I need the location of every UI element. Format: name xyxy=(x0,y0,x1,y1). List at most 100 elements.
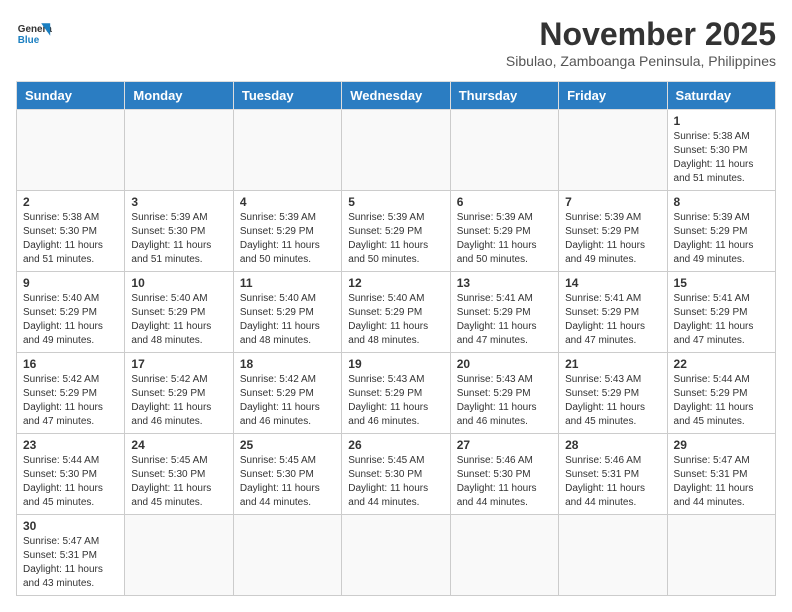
day-number: 19 xyxy=(348,357,443,371)
day-cell: 10Sunrise: 5:40 AM Sunset: 5:29 PM Dayli… xyxy=(125,272,233,353)
week-row-3: 9 Sunrise: 5:40 AM Sunset: 5:29 PM Daylig… xyxy=(17,272,776,353)
week-row-2: 2 Sunrise: 5:38 AM Sunset: 5:30 PM Daylig… xyxy=(17,191,776,272)
day-info: Sunrise: 5:45 AM Sunset: 5:30 PM Dayligh… xyxy=(240,454,335,510)
day-info: Sunrise: 5:38 AM Sunset: 5:30 PM Dayligh… xyxy=(23,211,118,267)
day-number: 20 xyxy=(457,357,552,371)
day-cell: 4Sunrise: 5:39 AM Sunset: 5:29 PM Daylig… xyxy=(233,191,341,272)
day-info: Sunrise: 5:44 AM Sunset: 5:29 PM Dayligh… xyxy=(674,373,769,429)
day-cell xyxy=(559,110,667,191)
day-info: Sunrise: 5:45 AM Sunset: 5:30 PM Dayligh… xyxy=(348,454,443,510)
day-cell: 26 Sunrise: 5:45 AM Sunset: 5:30 PM Dayli… xyxy=(342,434,450,515)
day-cell: 5 Sunrise: 5:39 AM Sunset: 5:29 PM Daylig… xyxy=(342,191,450,272)
day-info: Sunrise: 5:44 AM Sunset: 5:30 PM Dayligh… xyxy=(23,454,118,510)
day-cell: 30 Sunrise: 5:47 AM Sunset: 5:31 PM Dayli… xyxy=(17,515,125,596)
col-header-tuesday: Tuesday xyxy=(233,82,341,110)
day-cell: 27 Sunrise: 5:46 AM Sunset: 5:30 PM Dayli… xyxy=(450,434,558,515)
day-cell: 12Sunrise: 5:40 AM Sunset: 5:29 PM Dayli… xyxy=(342,272,450,353)
day-number: 24 xyxy=(131,438,226,452)
day-number: 8 xyxy=(674,195,769,209)
day-info: Sunrise: 5:39 AM Sunset: 5:29 PM Dayligh… xyxy=(457,211,552,267)
day-number: 3 xyxy=(131,195,226,209)
day-number: 28 xyxy=(565,438,660,452)
day-number: 16 xyxy=(23,357,118,371)
day-number: 15 xyxy=(674,276,769,290)
day-number: 13 xyxy=(457,276,552,290)
day-info: Sunrise: 5:43 AM Sunset: 5:29 PM Dayligh… xyxy=(457,373,552,429)
title-section: November 2025 Sibulao, Zamboanga Peninsu… xyxy=(506,16,776,69)
day-number: 9 xyxy=(23,276,118,290)
day-info: Sunrise: 5:38 AM Sunset: 5:30 PM Dayligh… xyxy=(674,130,769,186)
day-cell: 29Sunrise: 5:47 AM Sunset: 5:31 PM Dayli… xyxy=(667,434,775,515)
day-cell xyxy=(450,110,558,191)
day-cell: 9 Sunrise: 5:40 AM Sunset: 5:29 PM Daylig… xyxy=(17,272,125,353)
svg-text:Blue: Blue xyxy=(18,35,40,46)
logo: General Blue xyxy=(16,16,52,52)
day-number: 14 xyxy=(565,276,660,290)
col-header-friday: Friday xyxy=(559,82,667,110)
day-info: Sunrise: 5:42 AM Sunset: 5:29 PM Dayligh… xyxy=(240,373,335,429)
day-info: Sunrise: 5:45 AM Sunset: 5:30 PM Dayligh… xyxy=(131,454,226,510)
day-cell: 20 Sunrise: 5:43 AM Sunset: 5:29 PM Dayli… xyxy=(450,353,558,434)
week-row-6: 30 Sunrise: 5:47 AM Sunset: 5:31 PM Dayli… xyxy=(17,515,776,596)
day-number: 25 xyxy=(240,438,335,452)
day-info: Sunrise: 5:40 AM Sunset: 5:29 PM Dayligh… xyxy=(131,292,226,348)
day-number: 2 xyxy=(23,195,118,209)
day-cell xyxy=(450,515,558,596)
day-cell: 2 Sunrise: 5:38 AM Sunset: 5:30 PM Daylig… xyxy=(17,191,125,272)
day-cell xyxy=(667,515,775,596)
day-cell xyxy=(125,110,233,191)
day-cell xyxy=(342,110,450,191)
day-info: Sunrise: 5:39 AM Sunset: 5:29 PM Dayligh… xyxy=(565,211,660,267)
week-row-4: 16 Sunrise: 5:42 AM Sunset: 5:29 PM Dayli… xyxy=(17,353,776,434)
day-number: 21 xyxy=(565,357,660,371)
day-number: 30 xyxy=(23,519,118,533)
day-info: Sunrise: 5:47 AM Sunset: 5:31 PM Dayligh… xyxy=(23,535,118,591)
day-info: Sunrise: 5:39 AM Sunset: 5:30 PM Dayligh… xyxy=(131,211,226,267)
col-header-thursday: Thursday xyxy=(450,82,558,110)
day-number: 5 xyxy=(348,195,443,209)
col-header-wednesday: Wednesday xyxy=(342,82,450,110)
day-number: 17 xyxy=(131,357,226,371)
month-title: November 2025 xyxy=(506,16,776,53)
week-row-1: 1Sunrise: 5:38 AM Sunset: 5:30 PM Daylig… xyxy=(17,110,776,191)
day-number: 11 xyxy=(240,276,335,290)
day-info: Sunrise: 5:39 AM Sunset: 5:29 PM Dayligh… xyxy=(674,211,769,267)
page-header: General Blue November 2025 Sibulao, Zamb… xyxy=(16,16,776,69)
day-cell: 28Sunrise: 5:46 AM Sunset: 5:31 PM Dayli… xyxy=(559,434,667,515)
day-info: Sunrise: 5:41 AM Sunset: 5:29 PM Dayligh… xyxy=(457,292,552,348)
day-number: 29 xyxy=(674,438,769,452)
day-cell xyxy=(233,110,341,191)
day-cell: 25 Sunrise: 5:45 AM Sunset: 5:30 PM Dayli… xyxy=(233,434,341,515)
day-cell: 7 Sunrise: 5:39 AM Sunset: 5:29 PM Daylig… xyxy=(559,191,667,272)
day-info: Sunrise: 5:40 AM Sunset: 5:29 PM Dayligh… xyxy=(240,292,335,348)
day-cell: 1Sunrise: 5:38 AM Sunset: 5:30 PM Daylig… xyxy=(667,110,775,191)
day-number: 6 xyxy=(457,195,552,209)
day-cell xyxy=(233,515,341,596)
day-info: Sunrise: 5:41 AM Sunset: 5:29 PM Dayligh… xyxy=(565,292,660,348)
day-info: Sunrise: 5:40 AM Sunset: 5:29 PM Dayligh… xyxy=(348,292,443,348)
day-cell xyxy=(559,515,667,596)
day-number: 26 xyxy=(348,438,443,452)
day-cell: 14 Sunrise: 5:41 AM Sunset: 5:29 PM Dayli… xyxy=(559,272,667,353)
day-info: Sunrise: 5:41 AM Sunset: 5:29 PM Dayligh… xyxy=(674,292,769,348)
day-number: 27 xyxy=(457,438,552,452)
day-info: Sunrise: 5:46 AM Sunset: 5:30 PM Dayligh… xyxy=(457,454,552,510)
day-cell xyxy=(17,110,125,191)
col-header-sunday: Sunday xyxy=(17,82,125,110)
location-subtitle: Sibulao, Zamboanga Peninsula, Philippine… xyxy=(506,53,776,69)
header-row: SundayMondayTuesdayWednesdayThursdayFrid… xyxy=(17,82,776,110)
col-header-saturday: Saturday xyxy=(667,82,775,110)
day-cell: 16 Sunrise: 5:42 AM Sunset: 5:29 PM Dayli… xyxy=(17,353,125,434)
calendar-table: SundayMondayTuesdayWednesdayThursdayFrid… xyxy=(16,81,776,596)
day-number: 22 xyxy=(674,357,769,371)
day-info: Sunrise: 5:40 AM Sunset: 5:29 PM Dayligh… xyxy=(23,292,118,348)
day-cell: 24 Sunrise: 5:45 AM Sunset: 5:30 PM Dayli… xyxy=(125,434,233,515)
day-number: 7 xyxy=(565,195,660,209)
day-number: 4 xyxy=(240,195,335,209)
day-cell: 13 Sunrise: 5:41 AM Sunset: 5:29 PM Dayli… xyxy=(450,272,558,353)
day-cell xyxy=(342,515,450,596)
day-number: 23 xyxy=(23,438,118,452)
day-info: Sunrise: 5:42 AM Sunset: 5:29 PM Dayligh… xyxy=(23,373,118,429)
week-row-5: 23 Sunrise: 5:44 AM Sunset: 5:30 PM Dayli… xyxy=(17,434,776,515)
day-info: Sunrise: 5:39 AM Sunset: 5:29 PM Dayligh… xyxy=(348,211,443,267)
